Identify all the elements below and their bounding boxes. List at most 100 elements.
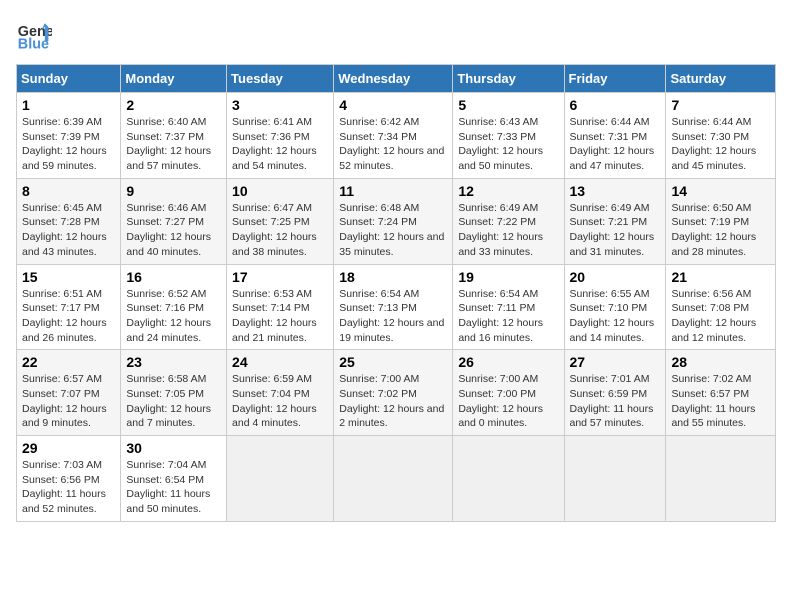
day-cell: 7 Sunrise: 6:44 AM Sunset: 7:30 PM Dayli… xyxy=(666,93,776,179)
day-number: 13 xyxy=(570,183,661,199)
day-info: Sunrise: 6:44 AM Sunset: 7:30 PM Dayligh… xyxy=(671,115,770,174)
day-info: Sunrise: 7:03 AM Sunset: 6:56 PM Dayligh… xyxy=(22,458,115,517)
week-row-4: 22 Sunrise: 6:57 AM Sunset: 7:07 PM Dayl… xyxy=(17,350,776,436)
day-cell xyxy=(564,436,666,522)
day-number: 26 xyxy=(458,354,558,370)
col-header-saturday: Saturday xyxy=(666,65,776,93)
day-cell: 12 Sunrise: 6:49 AM Sunset: 7:22 PM Dayl… xyxy=(453,178,564,264)
day-cell xyxy=(227,436,334,522)
day-number: 17 xyxy=(232,269,328,285)
col-header-wednesday: Wednesday xyxy=(334,65,453,93)
day-number: 7 xyxy=(671,97,770,113)
day-cell: 27 Sunrise: 7:01 AM Sunset: 6:59 PM Dayl… xyxy=(564,350,666,436)
day-info: Sunrise: 6:43 AM Sunset: 7:33 PM Dayligh… xyxy=(458,115,558,174)
day-number: 15 xyxy=(22,269,115,285)
day-info: Sunrise: 6:50 AM Sunset: 7:19 PM Dayligh… xyxy=(671,201,770,260)
day-info: Sunrise: 7:00 AM Sunset: 7:02 PM Dayligh… xyxy=(339,372,447,431)
day-info: Sunrise: 6:51 AM Sunset: 7:17 PM Dayligh… xyxy=(22,287,115,346)
col-header-monday: Monday xyxy=(121,65,227,93)
day-cell: 11 Sunrise: 6:48 AM Sunset: 7:24 PM Dayl… xyxy=(334,178,453,264)
day-info: Sunrise: 6:57 AM Sunset: 7:07 PM Dayligh… xyxy=(22,372,115,431)
col-header-thursday: Thursday xyxy=(453,65,564,93)
day-number: 27 xyxy=(570,354,661,370)
week-row-5: 29 Sunrise: 7:03 AM Sunset: 6:56 PM Dayl… xyxy=(17,436,776,522)
day-number: 29 xyxy=(22,440,115,456)
day-info: Sunrise: 6:52 AM Sunset: 7:16 PM Dayligh… xyxy=(126,287,221,346)
day-cell: 21 Sunrise: 6:56 AM Sunset: 7:08 PM Dayl… xyxy=(666,264,776,350)
day-number: 22 xyxy=(22,354,115,370)
day-number: 8 xyxy=(22,183,115,199)
day-info: Sunrise: 6:46 AM Sunset: 7:27 PM Dayligh… xyxy=(126,201,221,260)
day-number: 23 xyxy=(126,354,221,370)
day-cell: 4 Sunrise: 6:42 AM Sunset: 7:34 PM Dayli… xyxy=(334,93,453,179)
logo-icon: General Blue xyxy=(16,16,52,52)
day-cell: 18 Sunrise: 6:54 AM Sunset: 7:13 PM Dayl… xyxy=(334,264,453,350)
day-info: Sunrise: 6:54 AM Sunset: 7:11 PM Dayligh… xyxy=(458,287,558,346)
day-number: 1 xyxy=(22,97,115,113)
day-number: 28 xyxy=(671,354,770,370)
day-number: 19 xyxy=(458,269,558,285)
day-number: 24 xyxy=(232,354,328,370)
day-cell: 25 Sunrise: 7:00 AM Sunset: 7:02 PM Dayl… xyxy=(334,350,453,436)
day-info: Sunrise: 6:47 AM Sunset: 7:25 PM Dayligh… xyxy=(232,201,328,260)
calendar-table: SundayMondayTuesdayWednesdayThursdayFrid… xyxy=(16,64,776,522)
day-info: Sunrise: 6:53 AM Sunset: 7:14 PM Dayligh… xyxy=(232,287,328,346)
day-info: Sunrise: 7:00 AM Sunset: 7:00 PM Dayligh… xyxy=(458,372,558,431)
day-cell: 5 Sunrise: 6:43 AM Sunset: 7:33 PM Dayli… xyxy=(453,93,564,179)
day-number: 5 xyxy=(458,97,558,113)
day-info: Sunrise: 6:56 AM Sunset: 7:08 PM Dayligh… xyxy=(671,287,770,346)
day-cell: 3 Sunrise: 6:41 AM Sunset: 7:36 PM Dayli… xyxy=(227,93,334,179)
day-info: Sunrise: 6:42 AM Sunset: 7:34 PM Dayligh… xyxy=(339,115,447,174)
day-cell: 9 Sunrise: 6:46 AM Sunset: 7:27 PM Dayli… xyxy=(121,178,227,264)
day-cell xyxy=(453,436,564,522)
day-number: 14 xyxy=(671,183,770,199)
day-info: Sunrise: 7:02 AM Sunset: 6:57 PM Dayligh… xyxy=(671,372,770,431)
day-number: 12 xyxy=(458,183,558,199)
day-cell: 13 Sunrise: 6:49 AM Sunset: 7:21 PM Dayl… xyxy=(564,178,666,264)
day-cell: 19 Sunrise: 6:54 AM Sunset: 7:11 PM Dayl… xyxy=(453,264,564,350)
day-cell: 20 Sunrise: 6:55 AM Sunset: 7:10 PM Dayl… xyxy=(564,264,666,350)
day-cell: 29 Sunrise: 7:03 AM Sunset: 6:56 PM Dayl… xyxy=(17,436,121,522)
day-cell: 1 Sunrise: 6:39 AM Sunset: 7:39 PM Dayli… xyxy=(17,93,121,179)
day-cell: 22 Sunrise: 6:57 AM Sunset: 7:07 PM Dayl… xyxy=(17,350,121,436)
day-info: Sunrise: 6:39 AM Sunset: 7:39 PM Dayligh… xyxy=(22,115,115,174)
day-info: Sunrise: 6:41 AM Sunset: 7:36 PM Dayligh… xyxy=(232,115,328,174)
week-row-3: 15 Sunrise: 6:51 AM Sunset: 7:17 PM Dayl… xyxy=(17,264,776,350)
day-number: 25 xyxy=(339,354,447,370)
day-info: Sunrise: 6:58 AM Sunset: 7:05 PM Dayligh… xyxy=(126,372,221,431)
day-info: Sunrise: 6:49 AM Sunset: 7:21 PM Dayligh… xyxy=(570,201,661,260)
day-cell: 6 Sunrise: 6:44 AM Sunset: 7:31 PM Dayli… xyxy=(564,93,666,179)
day-info: Sunrise: 6:49 AM Sunset: 7:22 PM Dayligh… xyxy=(458,201,558,260)
day-number: 18 xyxy=(339,269,447,285)
day-info: Sunrise: 6:48 AM Sunset: 7:24 PM Dayligh… xyxy=(339,201,447,260)
day-number: 4 xyxy=(339,97,447,113)
svg-text:Blue: Blue xyxy=(18,36,49,52)
day-number: 11 xyxy=(339,183,447,199)
day-number: 2 xyxy=(126,97,221,113)
day-info: Sunrise: 7:01 AM Sunset: 6:59 PM Dayligh… xyxy=(570,372,661,431)
day-number: 21 xyxy=(671,269,770,285)
day-number: 3 xyxy=(232,97,328,113)
day-number: 9 xyxy=(126,183,221,199)
day-cell: 26 Sunrise: 7:00 AM Sunset: 7:00 PM Dayl… xyxy=(453,350,564,436)
day-cell: 24 Sunrise: 6:59 AM Sunset: 7:04 PM Dayl… xyxy=(227,350,334,436)
day-cell: 10 Sunrise: 6:47 AM Sunset: 7:25 PM Dayl… xyxy=(227,178,334,264)
week-row-1: 1 Sunrise: 6:39 AM Sunset: 7:39 PM Dayli… xyxy=(17,93,776,179)
day-number: 16 xyxy=(126,269,221,285)
col-header-friday: Friday xyxy=(564,65,666,93)
day-cell: 15 Sunrise: 6:51 AM Sunset: 7:17 PM Dayl… xyxy=(17,264,121,350)
day-cell: 30 Sunrise: 7:04 AM Sunset: 6:54 PM Dayl… xyxy=(121,436,227,522)
day-cell xyxy=(334,436,453,522)
day-cell: 14 Sunrise: 6:50 AM Sunset: 7:19 PM Dayl… xyxy=(666,178,776,264)
page-header: General Blue xyxy=(16,16,776,52)
week-row-2: 8 Sunrise: 6:45 AM Sunset: 7:28 PM Dayli… xyxy=(17,178,776,264)
day-cell: 23 Sunrise: 6:58 AM Sunset: 7:05 PM Dayl… xyxy=(121,350,227,436)
day-cell: 2 Sunrise: 6:40 AM Sunset: 7:37 PM Dayli… xyxy=(121,93,227,179)
day-info: Sunrise: 6:59 AM Sunset: 7:04 PM Dayligh… xyxy=(232,372,328,431)
day-cell: 28 Sunrise: 7:02 AM Sunset: 6:57 PM Dayl… xyxy=(666,350,776,436)
col-header-sunday: Sunday xyxy=(17,65,121,93)
day-number: 6 xyxy=(570,97,661,113)
day-info: Sunrise: 6:55 AM Sunset: 7:10 PM Dayligh… xyxy=(570,287,661,346)
day-cell: 16 Sunrise: 6:52 AM Sunset: 7:16 PM Dayl… xyxy=(121,264,227,350)
day-cell: 17 Sunrise: 6:53 AM Sunset: 7:14 PM Dayl… xyxy=(227,264,334,350)
